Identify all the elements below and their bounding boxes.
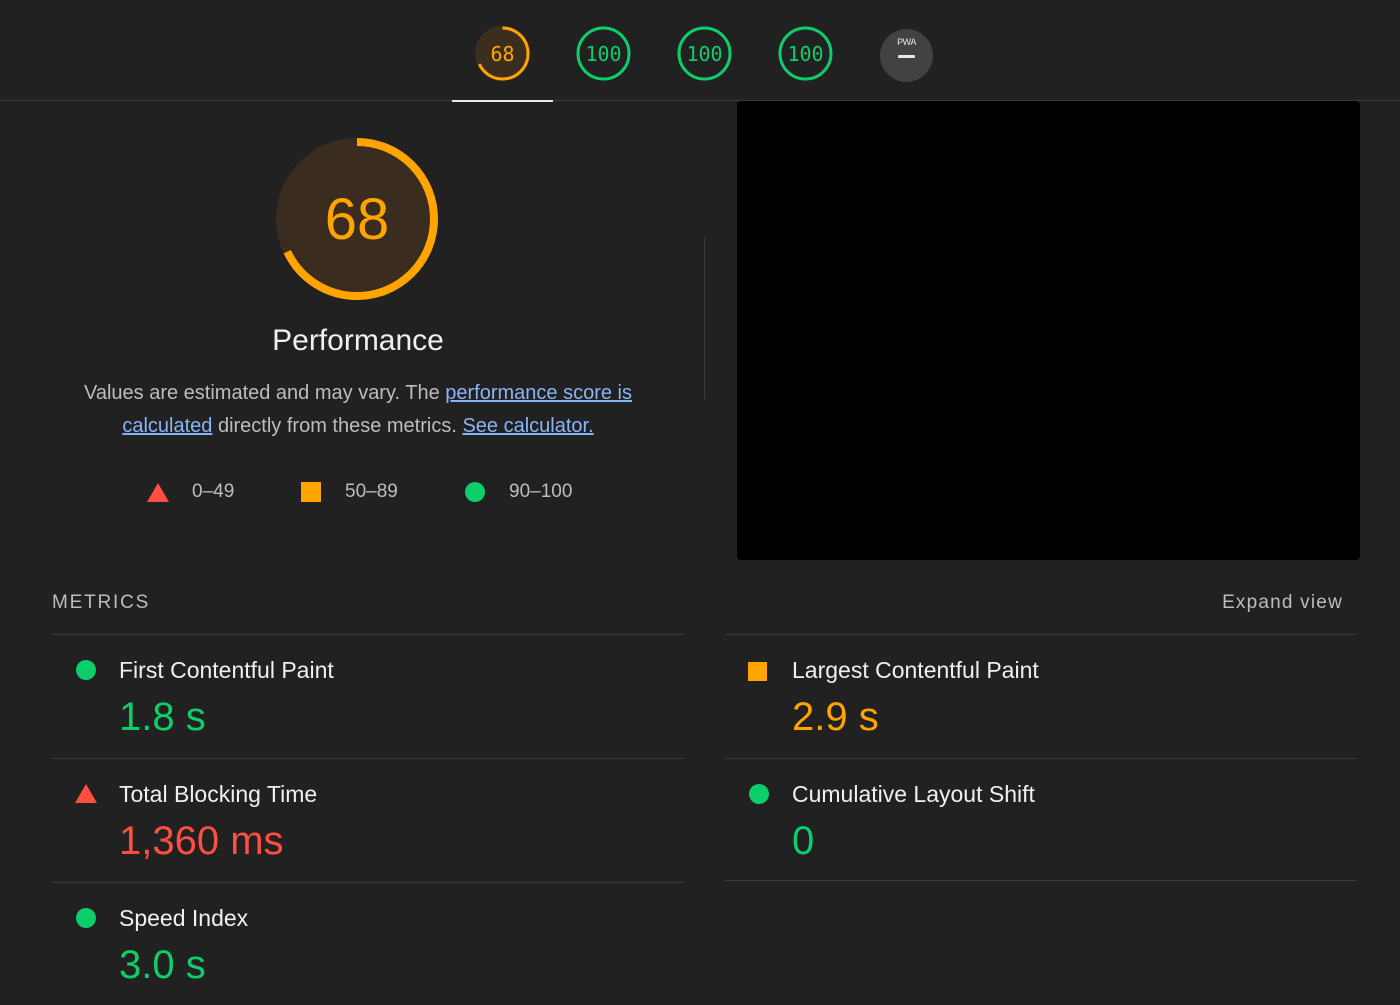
tab-score: 100 — [686, 41, 723, 66]
tab-performance[interactable]: 68 — [452, 0, 553, 102]
average-square-icon — [301, 482, 321, 502]
metric-value: 2.9 s — [792, 695, 879, 739]
pass-circle-icon — [465, 482, 485, 502]
description-text: Values are estimated and may vary. The — [83, 382, 446, 404]
metric-value: 1,360 ms — [119, 819, 284, 863]
performance-score-gauge: 68 — [276, 138, 438, 300]
average-square-icon — [748, 662, 767, 681]
metric-value: 0 — [792, 819, 815, 863]
pwa-label: PWA — [897, 37, 916, 47]
performance-score: 68 — [324, 186, 390, 252]
category-tabs: 68 100 100 100 PWA — [0, 0, 1400, 102]
tab-seo[interactable]: 100 — [755, 0, 856, 101]
metric-total-blocking-time: Total Blocking Time 1,360 ms — [52, 758, 684, 882]
metric-value: 3.0 s — [119, 943, 206, 987]
metric-speed-index: Speed Index 3.0 s — [52, 882, 684, 1005]
pass-circle-icon — [76, 908, 96, 928]
expand-view-toggle[interactable]: Expand view — [1222, 592, 1343, 614]
metric-first-contentful-paint: First Contentful Paint 1.8 s — [52, 634, 684, 758]
pwa-dash-icon — [898, 55, 915, 58]
metric-cumulative-layout-shift: Cumulative Layout Shift 0 — [725, 758, 1357, 881]
tab-score: 68 — [490, 41, 515, 66]
pass-circle-icon — [749, 784, 769, 804]
tab-selected-indicator — [452, 100, 553, 102]
legend-pass: 90–100 — [465, 478, 572, 506]
metric-name: Total Blocking Time — [119, 781, 318, 807]
tab-score: 100 — [787, 41, 824, 66]
divider — [704, 237, 705, 399]
metric-largest-contentful-paint: Largest Contentful Paint 2.9 s — [725, 634, 1357, 758]
legend-average: 50–89 — [301, 478, 398, 506]
performance-description: Values are estimated and may vary. The p… — [60, 377, 656, 443]
metric-name: First Contentful Paint — [119, 657, 334, 683]
metric-value: 1.8 s — [119, 695, 206, 739]
legend-range: 50–89 — [345, 481, 398, 502]
pass-circle-icon — [76, 660, 96, 680]
tab-best-practices[interactable]: 100 — [654, 0, 755, 101]
tab-accessibility[interactable]: 100 — [553, 0, 654, 101]
tab-pwa[interactable]: PWA — [852, 0, 953, 101]
metric-name: Speed Index — [119, 905, 249, 931]
metric-name: Largest Contentful Paint — [792, 657, 1039, 683]
final-screenshot — [737, 101, 1360, 560]
metric-name: Cumulative Layout Shift — [792, 781, 1035, 807]
fail-triangle-icon — [147, 482, 169, 502]
fail-triangle-icon — [75, 784, 97, 803]
tab-score: 100 — [585, 41, 622, 66]
pwa-icon: PWA — [880, 29, 933, 82]
legend-fail: 0–49 — [147, 478, 234, 506]
legend-range: 0–49 — [192, 481, 235, 502]
performance-title: Performance — [272, 324, 444, 357]
see-calculator-link[interactable]: See calculator. — [462, 415, 593, 437]
metrics-header: METRICS — [52, 592, 151, 613]
legend-range: 90–100 — [509, 481, 573, 502]
description-text: directly from these metrics. — [212, 415, 463, 437]
